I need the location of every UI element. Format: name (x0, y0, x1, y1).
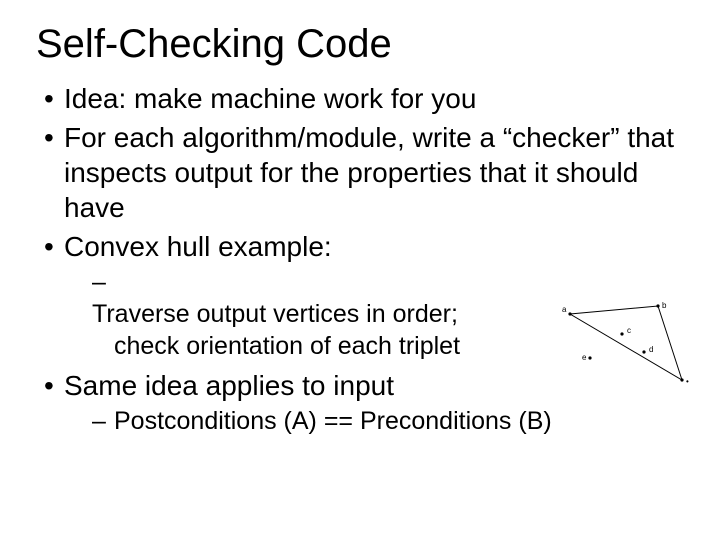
bullet-item: Idea: make machine work for you (36, 81, 684, 116)
vertex-label-b: b (662, 301, 667, 310)
bullet-text: Same idea applies to input (64, 370, 394, 401)
sub-bullet-list: Postconditions (A) == Preconditions (B) (64, 405, 684, 437)
vertex-label-c: c (627, 326, 631, 335)
sub-bullet-line: Traverse output vertices in order; (92, 300, 458, 328)
sub-bullet-item: Postconditions (A) == Preconditions (B) (64, 405, 684, 437)
vertex-label-e2: • (686, 377, 689, 386)
bullet-text: For each algorithm/module, write a “chec… (64, 122, 674, 223)
bullet-item: For each algorithm/module, write a “chec… (36, 120, 684, 225)
bullet-text: Convex hull example: (64, 231, 332, 262)
sub-bullet-line: check orientation of each triplet (114, 332, 460, 360)
slide-title: Self-Checking Code (36, 22, 684, 67)
convex-hull-diagram: a b c d e • (562, 300, 692, 392)
sub-bullet-text: Traverse output vertices in order; check… (114, 298, 634, 362)
vertex-label-a: a (562, 305, 567, 314)
sub-bullet-text: Postconditions (A) == Preconditions (B) (114, 407, 552, 435)
vertex-label-e: e (582, 353, 587, 362)
vertex-label-d: d (649, 345, 653, 354)
slide: Self-Checking Code Idea: make machine wo… (0, 0, 720, 540)
bullet-text: Idea: make machine work for you (64, 83, 476, 114)
